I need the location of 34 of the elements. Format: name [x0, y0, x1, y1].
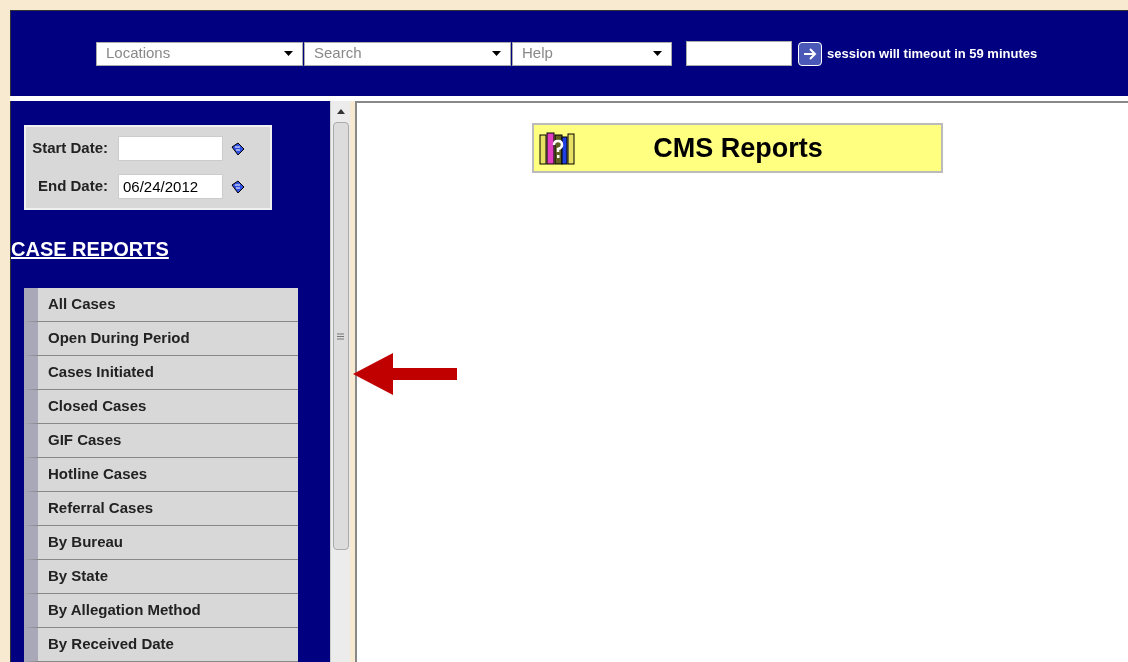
- calendar-icon[interactable]: [231, 179, 245, 194]
- session-timeout-text: session will timeout in 59 minutes: [827, 44, 1038, 63]
- scroll-up-icon[interactable]: [336, 109, 345, 114]
- report-menu-item[interactable]: Hotline Cases: [24, 458, 298, 492]
- date-label: End Date:: [37, 176, 109, 197]
- report-menu-item[interactable]: Open During Period: [24, 322, 298, 356]
- report-menu-item[interactable]: Referral Cases: [24, 492, 298, 526]
- report-menu-item[interactable]: Cases Initiated: [24, 356, 298, 390]
- caret-icon: [284, 51, 293, 56]
- date-field[interactable]: 06/24/2012: [118, 174, 223, 199]
- input-field[interactable]: [686, 41, 792, 66]
- date-field[interactable]: [118, 136, 223, 161]
- menu-dropdown[interactable]: Help: [512, 41, 672, 66]
- report-menu-item[interactable]: By State: [24, 560, 298, 594]
- report-menu-item[interactable]: Closed Cases: [24, 390, 298, 424]
- date-label: Start Date:: [31, 138, 109, 159]
- page-title: CMS Reports: [652, 131, 824, 165]
- caret-icon: [653, 51, 662, 56]
- go-button[interactable]: [798, 41, 822, 66]
- report-menu-item[interactable]: By Bureau: [24, 526, 298, 560]
- arrow-right-icon: [803, 47, 817, 60]
- scrollbar-thumb[interactable]: [332, 122, 349, 550]
- report-menu-item[interactable]: All Cases: [24, 288, 298, 322]
- report-menu-item[interactable]: By Allegation Method: [24, 594, 298, 628]
- report-menu-item[interactable]: GIF Cases: [24, 424, 298, 458]
- books-icon: [539, 131, 575, 165]
- calendar-icon[interactable]: [231, 141, 245, 156]
- scrollbar[interactable]: [330, 101, 350, 662]
- caret-icon: [492, 51, 501, 56]
- section-heading-link[interactable]: CASE REPORTS: [11, 234, 169, 264]
- menu-dropdown[interactable]: Locations: [96, 41, 303, 66]
- grip-icon: [337, 332, 344, 340]
- menu-dropdown[interactable]: Search: [304, 41, 511, 66]
- report-menu-item[interactable]: By Received Date: [24, 628, 298, 662]
